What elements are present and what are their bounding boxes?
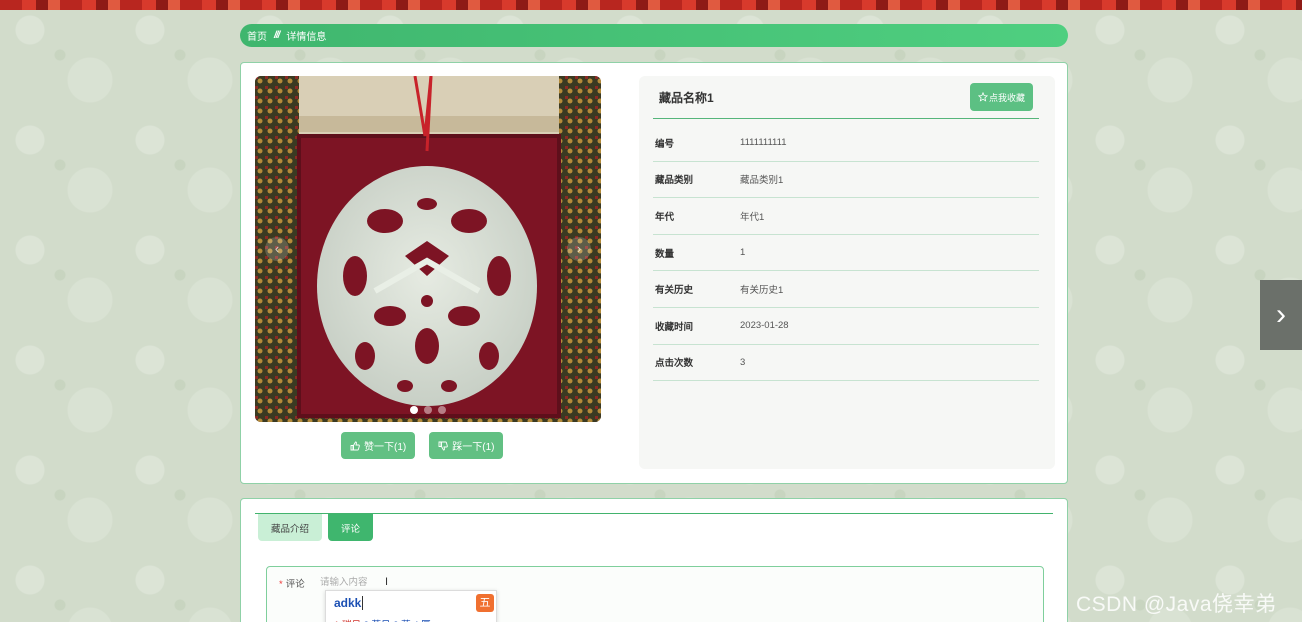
comment-label: * 评论	[279, 576, 305, 590]
comment-input[interactable]	[320, 574, 620, 590]
detail-row-category: 藏品类别 藏品类别1	[653, 162, 1039, 199]
item-info-header: 藏品名称1 点我收藏	[653, 76, 1039, 119]
text-cursor-icon: I	[385, 576, 389, 588]
tab-divider	[255, 513, 1053, 514]
dislike-label: 踩一下(1)	[452, 442, 495, 453]
tab-comments[interactable]: 评论	[328, 514, 374, 541]
detail-panel: ‹ › 赞一下(1) 踩一下(1) 藏品名称1 点我收藏 编号 11111111…	[240, 62, 1068, 484]
item-title: 藏品名称1	[659, 90, 714, 105]
favorite-label: 点我收藏	[988, 92, 1025, 103]
ime-composition: adkk	[334, 596, 364, 610]
required-mark: *	[279, 579, 283, 590]
thumbs-down-icon	[438, 441, 449, 450]
carousel-dot-1[interactable]	[410, 406, 418, 414]
item-detail-list: 编号 1111111111 藏品类别 藏品类别1 年代 年代1 数量 1 有关历…	[653, 125, 1039, 382]
image-carousel[interactable]: ‹ ›	[255, 76, 601, 422]
watermark-text: CSDN @Java侥幸弟	[1076, 593, 1277, 616]
detail-value: 藏品类别1	[740, 175, 784, 187]
side-next-arrow-button[interactable]: ›	[1260, 280, 1302, 350]
carousel-dot-3[interactable]	[438, 406, 446, 414]
top-banner-image	[0, 0, 1302, 10]
breadcrumb: 首页 /// 详情信息	[240, 24, 1068, 47]
detail-key: 藏品类别	[655, 175, 694, 187]
detail-key: 收藏时间	[655, 321, 694, 333]
carousel-dot-2[interactable]	[424, 406, 432, 414]
tab-bar: 藏品介绍 评论	[258, 514, 374, 541]
detail-value: 1111111111	[740, 137, 787, 149]
ime-candidate-list: 1.璀日 2.莽日 3.蓝 4.匣	[334, 617, 431, 622]
detail-value: 有关历史1	[740, 285, 784, 297]
tab-introduction[interactable]: 藏品介绍	[258, 514, 323, 541]
favorite-button[interactable]: 点我收藏	[970, 83, 1033, 111]
item-info-card: 藏品名称1 点我收藏 编号 1111111111 藏品类别 藏品类别1 年代 年…	[639, 76, 1055, 469]
detail-value: 1	[740, 247, 746, 259]
detail-row-collect-time: 收藏时间 2023-01-28	[653, 308, 1039, 345]
like-label: 赞一下(1)	[364, 442, 407, 453]
detail-key: 年代	[655, 211, 675, 223]
detail-row-era: 年代 年代1	[653, 198, 1039, 235]
detail-key: 数量	[655, 248, 675, 260]
vote-buttons: 赞一下(1) 踩一下(1)	[341, 432, 504, 459]
detail-value: 3	[740, 356, 746, 368]
ime-candidate-popup: adkk 五 1.璀日 2.莽日 3.蓝 4.匣	[325, 590, 497, 622]
detail-key: 编号	[655, 138, 675, 150]
breadcrumb-separator: ///	[274, 30, 280, 41]
breadcrumb-home-link[interactable]: 首页	[247, 28, 267, 43]
comment-label-text: 评论	[285, 579, 305, 590]
dislike-button[interactable]: 踩一下(1)	[429, 432, 504, 459]
carousel-indicators	[255, 406, 601, 414]
detail-row-click-count: 点击次数 3	[653, 345, 1039, 382]
detail-key: 点击次数	[655, 358, 694, 370]
carousel-next-button[interactable]: ›	[567, 237, 591, 261]
detail-row-quantity: 数量 1	[653, 235, 1039, 272]
thumbs-up-icon	[350, 441, 360, 450]
detail-row-history: 有关历史 有关历史1	[653, 271, 1039, 308]
detail-value: 年代1	[740, 211, 765, 223]
star-outline-icon	[977, 92, 988, 102]
jade-pendant-photo	[255, 76, 601, 422]
detail-key: 有关历史	[655, 285, 694, 297]
breadcrumb-current: 详情信息	[286, 32, 327, 43]
detail-value: 2023-01-28	[740, 320, 789, 332]
detail-row-serial: 编号 1111111111	[653, 125, 1039, 162]
carousel-prev-button[interactable]: ‹	[265, 237, 289, 261]
like-button[interactable]: 赞一下(1)	[341, 432, 416, 459]
ime-logo-icon: 五	[476, 594, 494, 612]
